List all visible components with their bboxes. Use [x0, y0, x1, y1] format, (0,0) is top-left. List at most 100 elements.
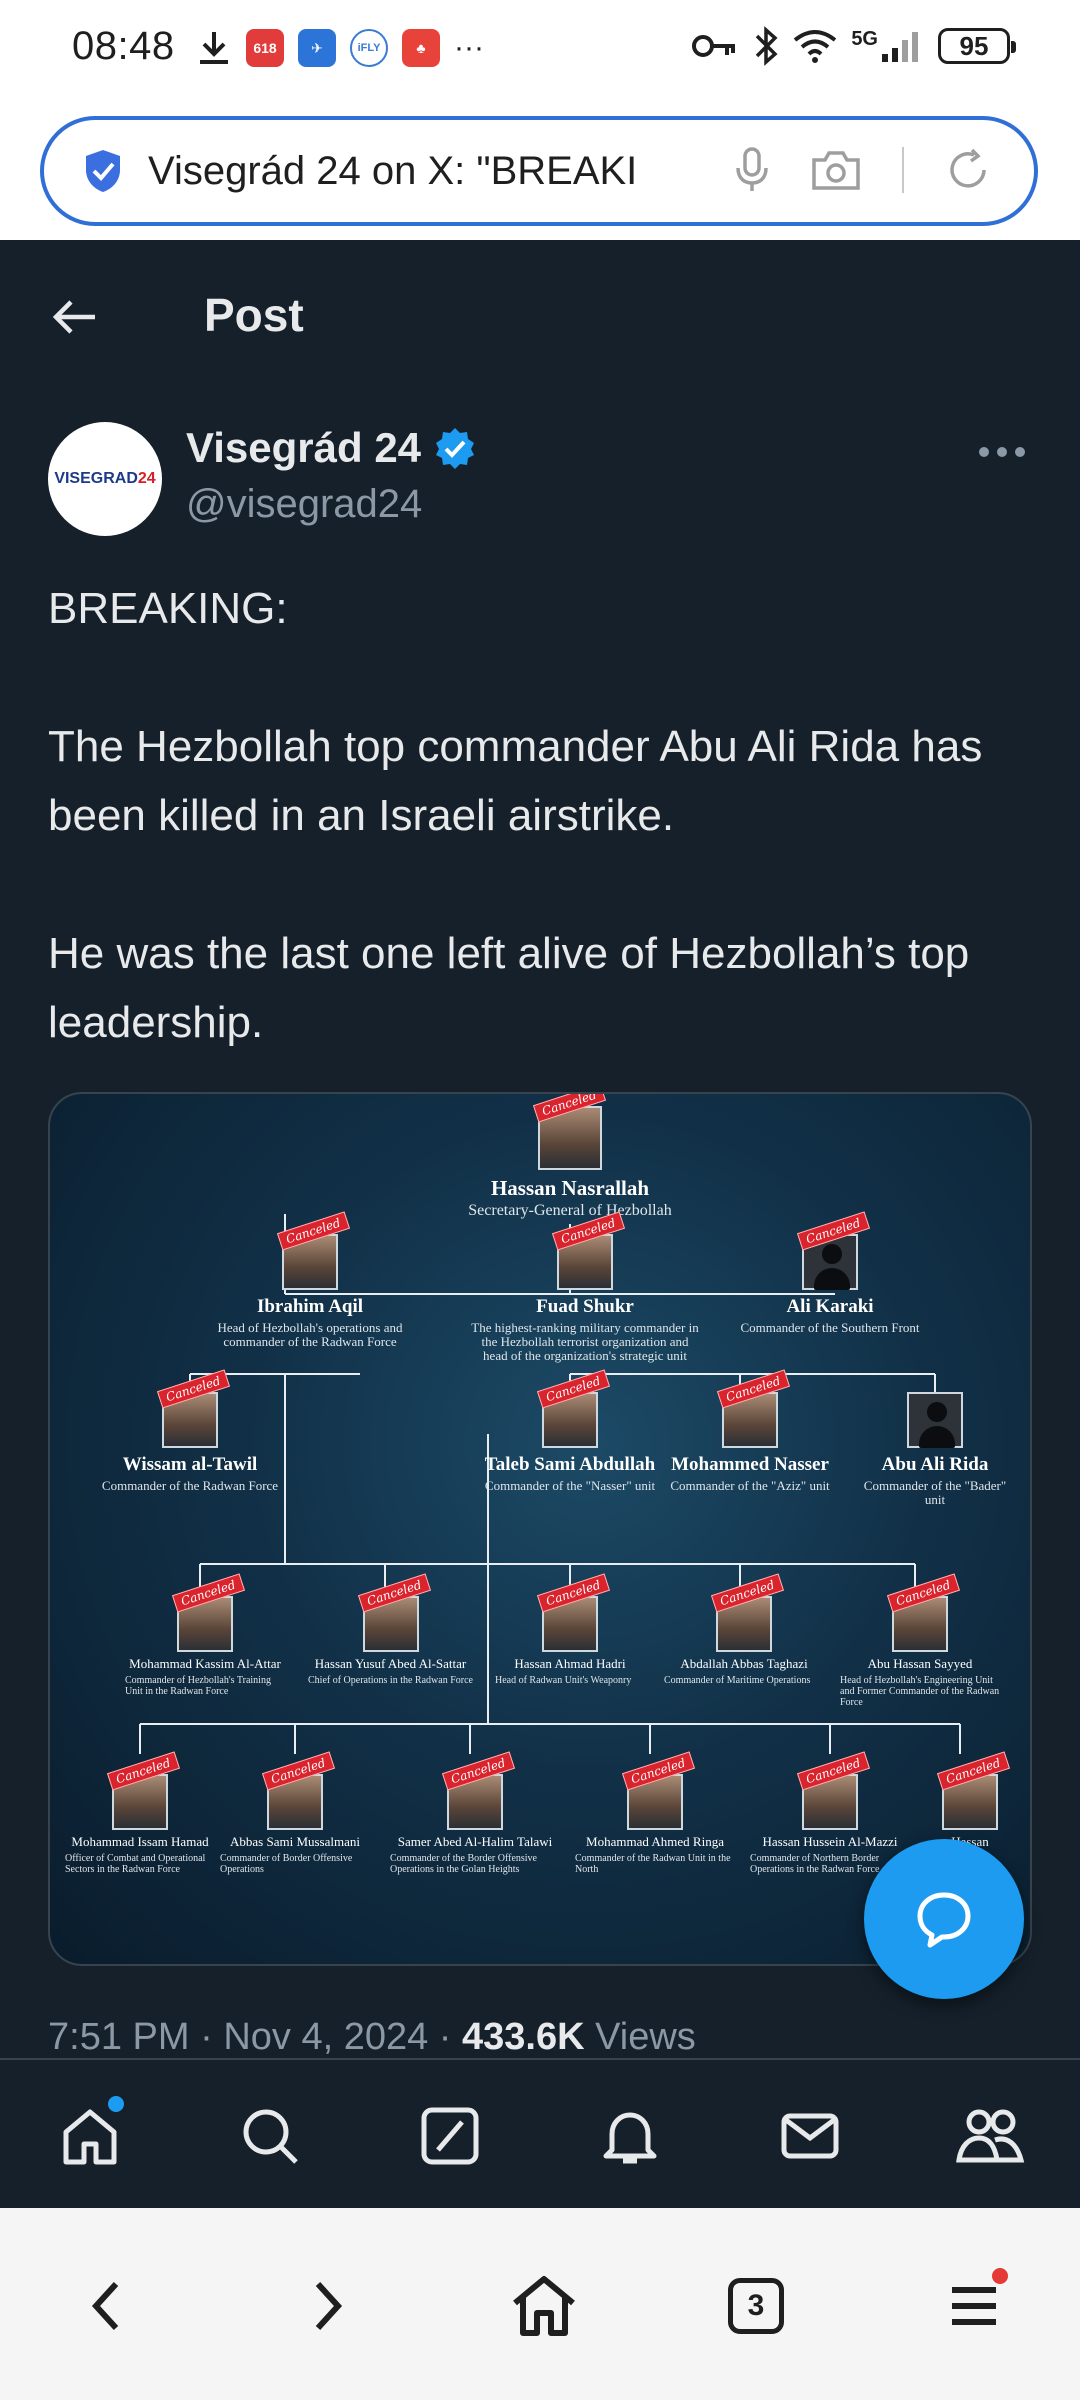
more-notifications-icon: ··· [454, 31, 484, 64]
org-node: Canceled Mohammed Nasser Commander of th… [670, 1369, 830, 1493]
mail-icon [781, 2113, 839, 2159]
game-app-icon: ♣ [402, 29, 440, 67]
nav-messages[interactable] [770, 2096, 850, 2176]
author-name[interactable]: Visegrád 24 [186, 424, 477, 472]
org-node-role: Commander of the Radwan Force [101, 1478, 279, 1493]
browser-tabs-button[interactable]: 3 [716, 2266, 796, 2346]
org-node: Canceled Ali Karaki Commander of the Sou… [725, 1211, 935, 1335]
post-meta: 7:51 PM · Nov 4, 2024 · 433.6K Views [48, 2016, 696, 2059]
browser-toolbar: Visegrád 24 on X: "BREAKI [0, 104, 1080, 240]
org-node-role: Secretary-General of Hezbollah [468, 1202, 672, 1219]
tab-count: 3 [728, 2278, 784, 2334]
org-node-name: Fuad Shukr [536, 1296, 634, 1317]
org-node-role: Commander of Hezbollah's Training Unit i… [125, 1675, 271, 1697]
org-node: Canceled Hassan Yusuf Abed Al-Sattar Chi… [308, 1573, 473, 1686]
org-node: Canceled Samer Abed Al-Halim Talawi Comm… [390, 1751, 560, 1875]
org-node-name: Hassan Yusuf Abed Al-Sattar [314, 1656, 467, 1671]
post-time: 7:51 PM [48, 2016, 190, 2058]
ifly-icon: iFLY [350, 29, 388, 67]
url-text[interactable]: Visegrád 24 on X: "BREAKI [148, 149, 688, 194]
org-node: Canceled Abu Hassan Sayyed Head of Hezbo… [840, 1573, 1000, 1708]
org-node-name: Mohammad Ahmed Ringa [586, 1834, 724, 1849]
grok-icon [421, 2107, 479, 2165]
separator: · [438, 2016, 452, 2058]
browser-bottom-bar: 3 [0, 2208, 1080, 2400]
signal-icon [882, 32, 918, 62]
org-node-role: The highest-ranking military commander i… [471, 1320, 699, 1363]
bluetooth-icon [756, 26, 778, 66]
org-node-name: Abbas Sami Mussalmani [230, 1834, 360, 1849]
author-display-name: Visegrád 24 [186, 424, 422, 471]
org-node-role: Commander of Maritime Operations [664, 1675, 811, 1686]
avatar[interactable]: VISEGRAD 24 [48, 422, 162, 536]
download-icon [200, 32, 228, 64]
org-node-role: Commander of the "Nasser" unit [484, 1478, 656, 1493]
org-node: Canceled Ibrahim Aqil Head of Hezbollah'… [200, 1211, 420, 1349]
home-icon [63, 2109, 117, 2165]
nav-communities[interactable] [950, 2096, 1030, 2176]
back-button[interactable] [40, 282, 110, 352]
microphone-icon[interactable] [734, 146, 770, 194]
wifi-icon [794, 30, 837, 63]
shield-check-icon [80, 146, 126, 196]
org-node-name: Abdallah Abbas Taghazi [680, 1656, 808, 1671]
nav-home[interactable] [50, 2096, 130, 2176]
notification-icons: 618 ✈ iFLY ♣ ··· [196, 28, 484, 68]
address-bar[interactable]: Visegrád 24 on X: "BREAKI [40, 116, 1038, 226]
org-node: Canceled Hassan Hussein Al-Mazzi Command… [750, 1751, 910, 1875]
org-node: Canceled Fuad Shukr The highest-ranking … [470, 1211, 700, 1363]
org-node-name: Hassan Nasrallah [490, 1176, 650, 1200]
org-node-role: Head of Hezbollah's Engineering Unit and… [840, 1675, 1000, 1708]
org-node-name: Mohammed Nasser [671, 1454, 829, 1475]
status-bar: 08:48 618 ✈ iFLY ♣ ··· 5G 95 [0, 0, 1080, 104]
bottom-navigation [0, 2058, 1080, 2208]
network-label: 5G [851, 27, 878, 50]
browser-back-button[interactable] [66, 2266, 146, 2346]
org-node-role: Head of Radwan Unit's Weaponry [495, 1675, 632, 1686]
org-node-name: Wissam al-Tawil [122, 1454, 258, 1475]
nav-grok[interactable] [410, 2096, 490, 2176]
org-node-name: Ali Karaki [786, 1296, 874, 1317]
divider [902, 147, 904, 193]
reply-fab-button[interactable] [864, 1839, 1024, 1999]
views-count: 433.6K [462, 2016, 585, 2058]
notification-dot [108, 2096, 124, 2112]
more-options-button[interactable] [972, 432, 1032, 472]
arrow-left-icon [52, 300, 95, 334]
communities-icon [956, 2109, 1025, 2163]
org-node-role: Head of Hezbollah's operations and comma… [217, 1320, 403, 1349]
org-node: Canceled Hassan Nasrallah Secretary-Gene… [420, 1094, 720, 1219]
post-image[interactable]: Canceled Hassan Nasrallah Secretary-Gene… [48, 1092, 1032, 1966]
separator: · [200, 2016, 213, 2058]
browser-forward-button[interactable] [288, 2266, 368, 2346]
browser-home-button[interactable] [504, 2266, 584, 2346]
browser-menu-button[interactable] [934, 2266, 1014, 2346]
author-handle[interactable]: @visegrad24 [186, 482, 422, 527]
org-node-name: Mohammad Issam Hamad [71, 1834, 209, 1849]
org-node-name: Hassan Ahmad Hadri [514, 1656, 626, 1671]
org-node-name: Mohammad Kassim Al-Attar [129, 1656, 281, 1671]
nav-notifications[interactable] [590, 2096, 670, 2176]
org-node-name: Abu Hassan Sayyed [867, 1656, 973, 1671]
org-node: Canceled Mohammad Ahmed Ringa Commander … [575, 1751, 735, 1875]
page-title: Post [204, 289, 304, 341]
camera-icon[interactable] [810, 148, 862, 192]
reload-icon[interactable] [944, 146, 992, 194]
org-node: Canceled Abbas Sami Mussalmani Commander… [220, 1751, 370, 1875]
org-node-name: Ibrahim Aqil [256, 1296, 364, 1317]
reply-bubble-icon [917, 1892, 971, 1948]
org-node-name: Taleb Sami Abdullah [484, 1454, 656, 1475]
org-node: Canceled Hassan Ahmad Hadri Head of Radw… [495, 1573, 645, 1686]
org-node: Canceled Taleb Sami Abdullah Commander o… [475, 1369, 665, 1493]
chevron-left-icon [91, 2281, 119, 2331]
avatar-text: VISEGRAD [54, 470, 138, 487]
avatar-text-accent: 24 [137, 470, 156, 487]
views-label: Views [595, 2016, 696, 2058]
org-node: Canceled Mohammad Issam Hamad Officer of… [65, 1751, 215, 1875]
verified-badge-icon [436, 428, 475, 469]
nav-explore[interactable] [230, 2096, 310, 2176]
org-node-role: Commander of the "Aziz" unit [670, 1478, 830, 1493]
bird-app-icon: ✈ [298, 29, 336, 67]
menu-icon [952, 2287, 996, 2325]
post-date: Nov 4, 2024 [223, 2016, 429, 2058]
